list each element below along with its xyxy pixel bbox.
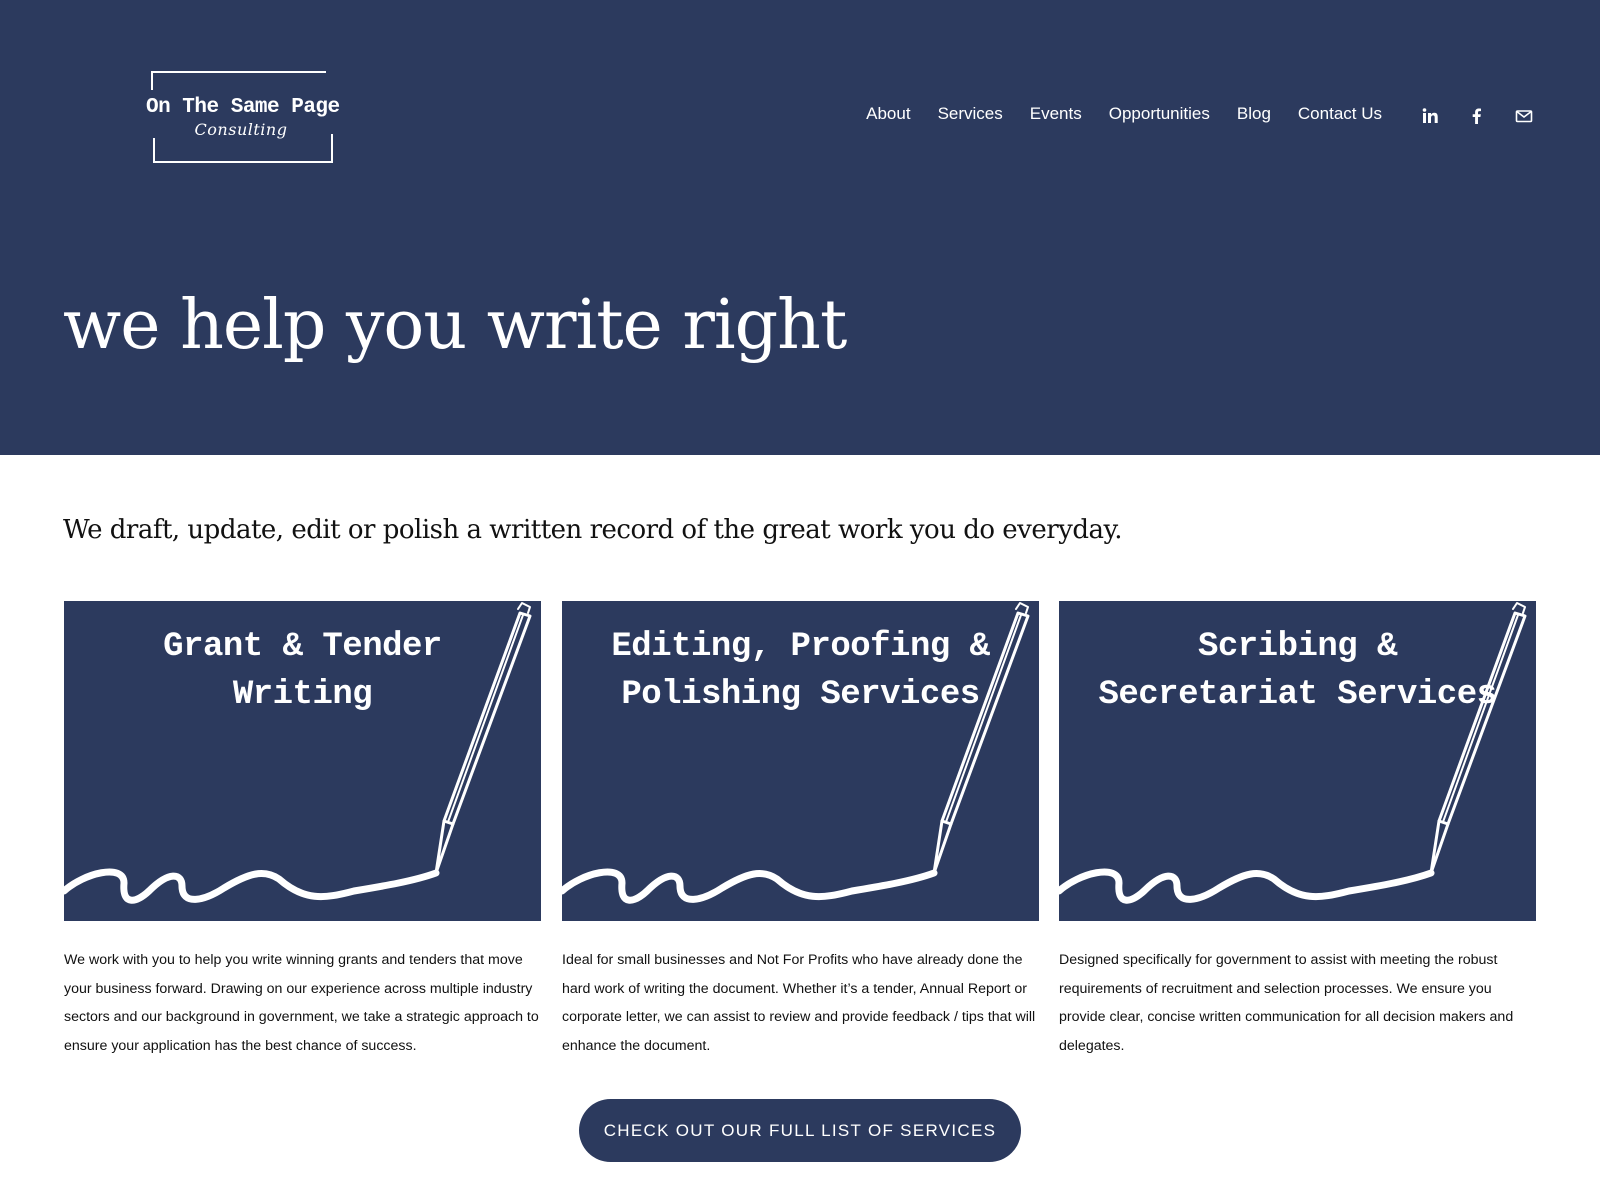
- service-image-title-line1: Scribing &: [1197, 628, 1398, 666]
- hero-title: we help you write right: [63, 286, 847, 365]
- service-image-title-line2: Writing: [232, 676, 373, 714]
- nav-services[interactable]: Services: [938, 104, 1003, 124]
- service-description-grant-tender: We work with you to help you write winni…: [64, 952, 539, 1054]
- service-image-title: Editing, Proofing & Polishing Services: [562, 623, 1039, 719]
- nav-contact-us[interactable]: Contact Us: [1298, 104, 1382, 124]
- email-icon[interactable]: [1514, 106, 1534, 126]
- service-description-scribing-secretariat: Designed specifically for government to …: [1059, 952, 1514, 1054]
- service-image-title-line2: Secretariat Services: [1098, 676, 1497, 714]
- service-image-title-line2: Polishing Services: [621, 676, 980, 714]
- service-image-scribing-secretariat[interactable]: Scribing & Secretariat Services: [1059, 601, 1536, 921]
- logo[interactable]: On The Same Page Consulting: [146, 70, 340, 164]
- logo-title: On The Same Page: [146, 96, 340, 119]
- hero-header: On The Same Page Consulting About Servic…: [0, 0, 1600, 455]
- service-image-title: Grant & Tender Writing: [64, 623, 541, 719]
- nav-blog[interactable]: Blog: [1237, 104, 1271, 124]
- intro-text: We draft, update, edit or polish a writt…: [63, 515, 1123, 545]
- full-services-button[interactable]: CHECK OUT OUR FULL LIST OF SERVICES: [579, 1099, 1021, 1162]
- linkedin-icon[interactable]: [1420, 106, 1440, 126]
- facebook-icon[interactable]: [1467, 106, 1487, 126]
- service-image-grant-tender[interactable]: Grant & Tender Writing: [64, 601, 541, 921]
- main-nav: About Services Events Opportunities Blog…: [839, 104, 1382, 124]
- service-image-title-line1: Editing, Proofing &: [611, 628, 990, 666]
- logo-subtitle: Consulting: [194, 120, 288, 139]
- service-image-title-line1: Grant & Tender: [163, 628, 442, 666]
- nav-opportunities[interactable]: Opportunities: [1109, 104, 1210, 124]
- service-image-editing-proofing[interactable]: Editing, Proofing & Polishing Services: [562, 601, 1039, 921]
- service-image-title: Scribing & Secretariat Services: [1059, 623, 1536, 719]
- nav-events[interactable]: Events: [1030, 104, 1082, 124]
- service-description-editing-proofing: Ideal for small businesses and Not For P…: [562, 952, 1036, 1054]
- social-links: [1420, 106, 1534, 126]
- nav-about[interactable]: About: [866, 104, 910, 124]
